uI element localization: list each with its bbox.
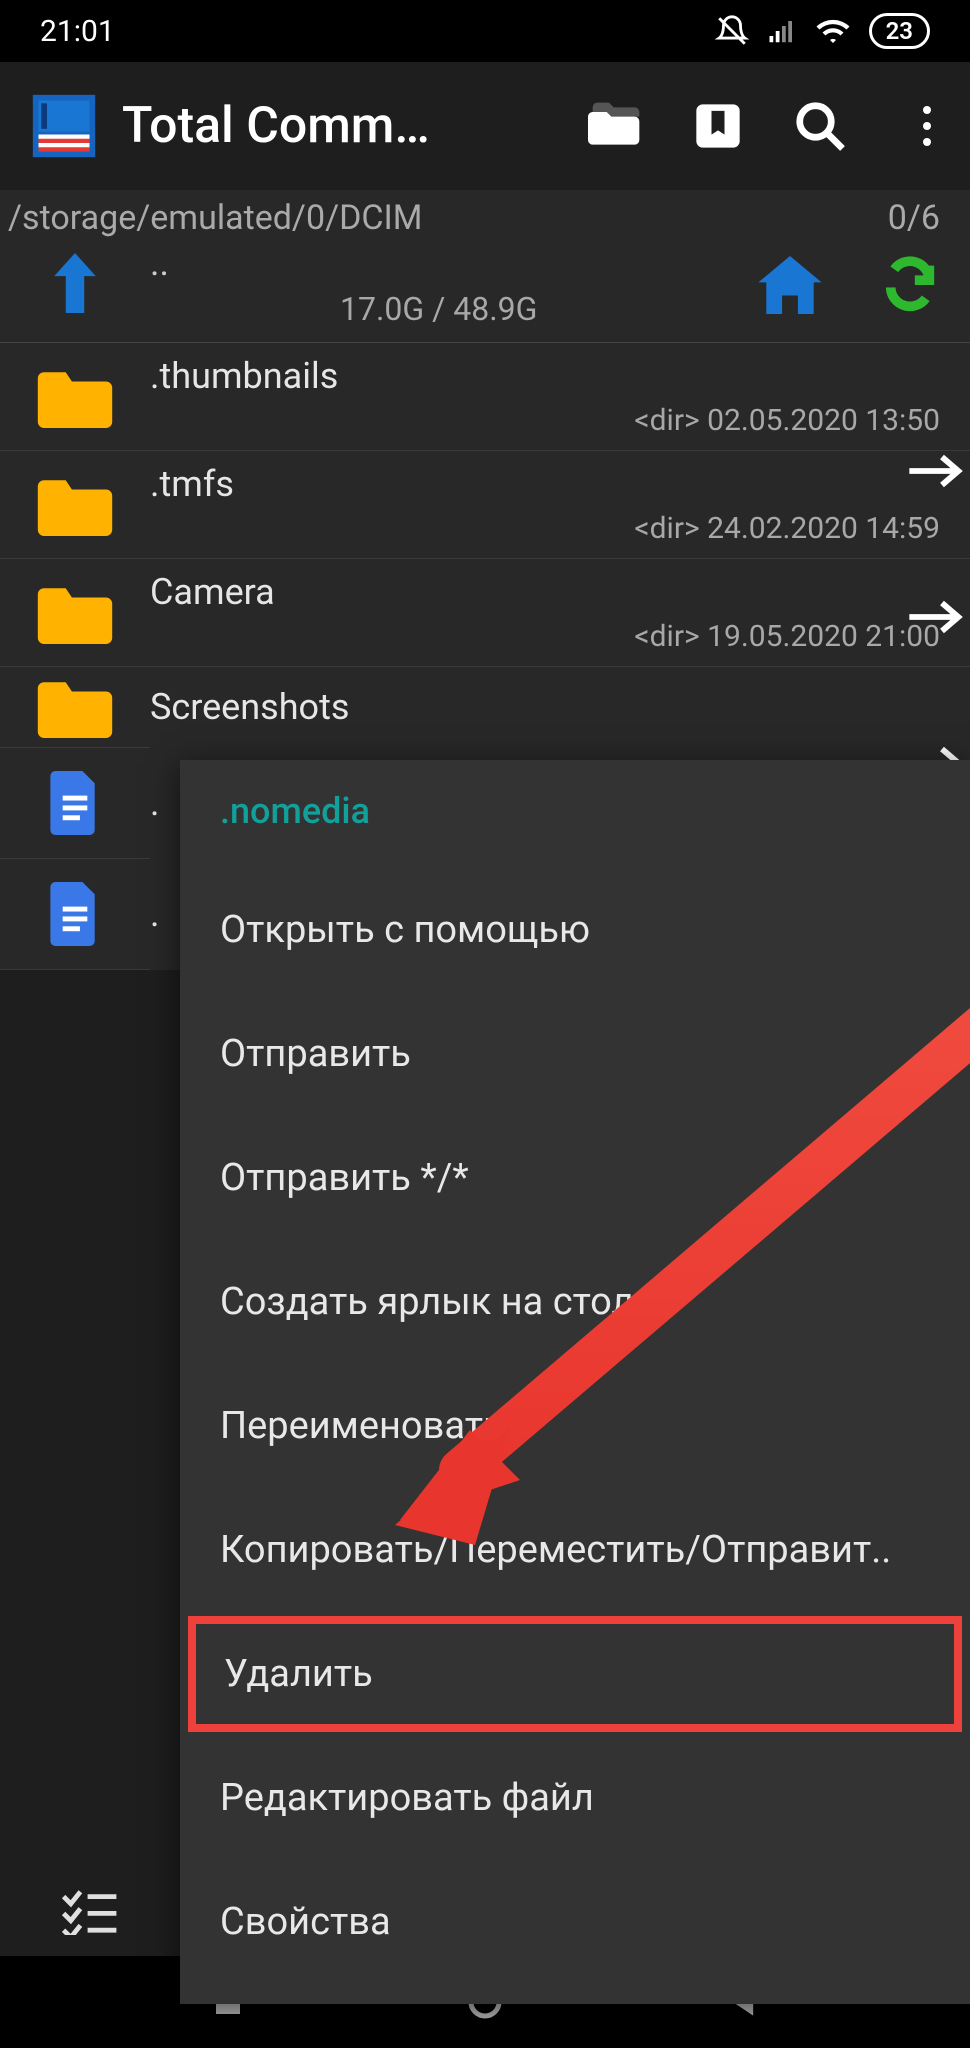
wifi-icon — [815, 16, 851, 46]
folder-icon — [0, 582, 150, 644]
file-name: Screenshots — [150, 686, 950, 728]
context-menu-item-send-any[interactable]: Отправить */* — [180, 1116, 970, 1240]
selection-counter: 0/6 — [888, 198, 940, 238]
up-arrow-icon — [47, 253, 103, 317]
file-meta: <dir> 02.05.2020 13:50 — [150, 403, 950, 438]
document-icon — [0, 771, 150, 835]
status-bar: 21:01 23 — [0, 0, 970, 62]
file-meta: <dir> 24.02.2020 14:59 — [150, 511, 950, 546]
app-logo-icon — [30, 92, 98, 160]
context-menu-item-open-with[interactable]: Открыть с помощью — [180, 868, 970, 992]
context-menu: .nomedia Открыть с помощью Отправить Отп… — [180, 760, 970, 2004]
document-icon — [0, 882, 150, 946]
folder-picker-button[interactable] — [588, 98, 644, 154]
storage-info: 17.0G / 48.9G — [150, 290, 730, 328]
context-menu-item-edit[interactable]: Редактировать файл — [180, 1736, 970, 1860]
panel-arrow-icon[interactable] — [900, 446, 970, 496]
path-bar[interactable]: /storage/emulated/0/DCIM 0/6 — [0, 190, 970, 242]
context-menu-item-create-shortcut[interactable]: Создать ярлык на столе — [180, 1240, 970, 1364]
app-title: Total Comm… — [122, 97, 564, 155]
context-menu-item-send[interactable]: Отправить — [180, 992, 970, 1116]
battery-indicator: 23 — [869, 13, 930, 49]
context-menu-item-rename[interactable]: Переименовать — [180, 1364, 970, 1488]
dnd-icon — [715, 14, 749, 48]
signal-icon — [767, 16, 797, 46]
current-path: /storage/emulated/0/DCIM — [8, 198, 422, 238]
context-menu-item-copy-move[interactable]: Копировать/Переместить/Отправит.. — [180, 1488, 970, 1612]
file-name: .tmfs — [150, 463, 950, 505]
panel-arrow-icon[interactable] — [900, 592, 970, 642]
folder-icon — [0, 474, 150, 536]
file-meta: <dir> 19.05.2020 21:00 — [150, 619, 950, 654]
bookmarks-button[interactable] — [690, 98, 746, 154]
file-name: .thumbnails — [150, 355, 950, 397]
parent-label: .. — [150, 242, 730, 284]
panel-switch-arrows — [900, 440, 970, 788]
context-menu-item-delete[interactable]: Удалить — [184, 1612, 966, 1736]
context-menu-title: .nomedia — [180, 760, 970, 868]
list-item[interactable]: Screenshots — [0, 667, 970, 747]
list-item[interactable]: Camera <dir> 19.05.2020 21:00 — [0, 559, 970, 667]
app-bar: Total Comm… — [0, 62, 970, 190]
parent-row[interactable]: .. 17.0G / 48.9G — [0, 242, 970, 343]
list-item[interactable]: .thumbnails <dir> 02.05.2020 13:50 — [0, 343, 970, 451]
status-time: 21:01 — [40, 14, 115, 49]
folder-icon — [0, 676, 150, 738]
select-mode-button[interactable] — [0, 1866, 180, 1956]
file-name: Camera — [150, 571, 950, 613]
folder-icon — [0, 366, 150, 428]
search-button[interactable] — [792, 98, 848, 154]
context-menu-item-properties[interactable]: Свойства — [180, 1860, 970, 1984]
overflow-menu-button[interactable] — [894, 98, 950, 154]
refresh-button[interactable] — [850, 256, 970, 314]
list-item[interactable]: .tmfs <dir> 24.02.2020 14:59 — [0, 451, 970, 559]
home-button[interactable] — [730, 256, 850, 314]
